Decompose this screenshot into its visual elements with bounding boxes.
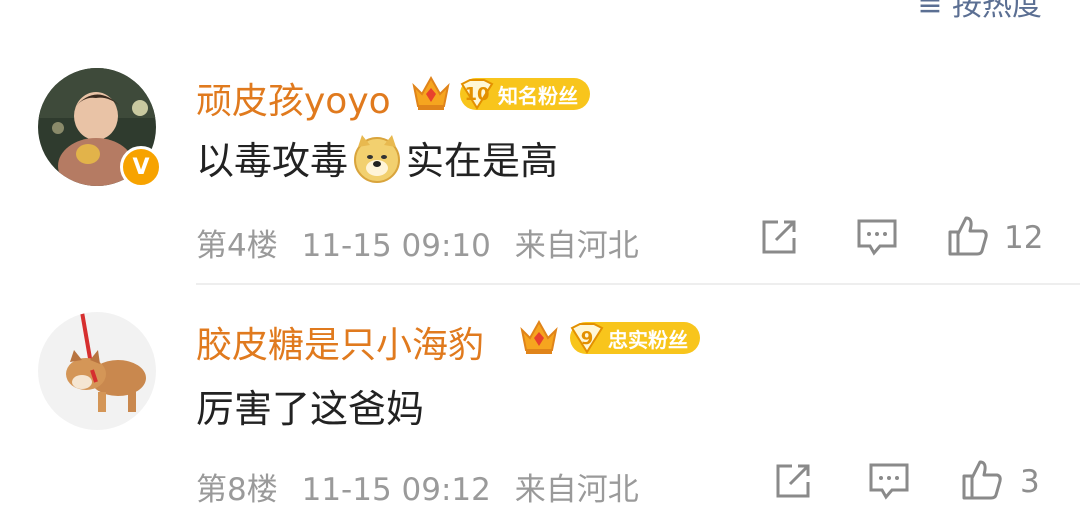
fan-label: 知名粉丝 [498,83,578,108]
comment-location: 来自河北 [514,472,639,508]
comment-text: 以毒攻毒 实在是高 [196,130,558,185]
fan-level-icon: 9 [570,322,604,354]
like-count: 3 [1020,464,1040,500]
crown-icon [520,319,558,354]
like-icon[interactable] [960,458,1004,502]
comment-text: 厉害了这爸妈 [196,378,424,433]
divider [196,283,1080,285]
floor-number: 第8楼 [196,472,278,508]
comment-text-part: 厉害了这爸妈 [196,387,425,431]
comment-meta: 第4楼 11-15 09:10 来自河北 [196,220,653,265]
comment-location: 来自河北 [514,228,639,264]
fan-level-icon: 10 [460,78,494,110]
floor-number: 第4楼 [196,228,278,264]
comment-text-part: 实在是高 [406,139,559,183]
verified-badge-icon: V [120,146,162,188]
fan-level: 10 [464,83,490,105]
share-icon[interactable] [774,462,814,500]
username[interactable]: 胶皮糖是只小海豹 [196,316,484,368]
like-count: 12 [1004,220,1044,256]
doge-emoji-icon [354,134,401,183]
comment-meta: 第8楼 11-15 09:12 来自河北 [196,464,653,509]
comment-text-part: 以毒攻毒 [196,139,349,183]
fan-label: 忠实粉丝 [608,327,688,352]
crown-icon [412,75,450,110]
username[interactable]: 顽皮孩yoyo [196,72,391,124]
comment-icon[interactable] [856,218,898,256]
fan-level: 9 [580,327,594,349]
like-icon[interactable] [946,214,990,258]
sort-by-heat-button[interactable]: ≡ 按热度 [917,0,1042,24]
comment-icon[interactable] [868,462,910,500]
fan-badge[interactable]: 10 知名粉丝 [460,78,590,110]
avatar[interactable] [38,312,156,430]
comment-time: 11-15 09:12 [301,472,491,508]
fan-badge[interactable]: 9 忠实粉丝 [570,322,700,354]
share-icon[interactable] [760,218,800,256]
comment-time: 11-15 09:10 [301,228,491,264]
